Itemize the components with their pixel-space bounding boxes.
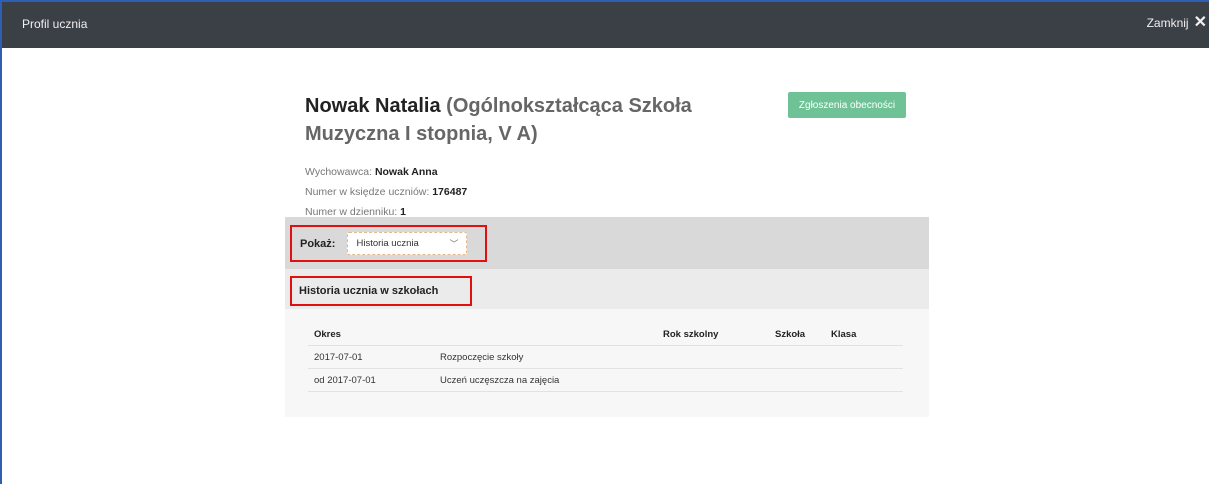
tutor-value: Nowak Anna xyxy=(374,166,438,178)
student-header: Nowak Natalia (Ogólnokształcąca Szkoła M… xyxy=(305,92,925,222)
section-title: Historia ucznia w szkołach xyxy=(290,276,472,306)
cell-description: Rozpoczęcie szkoły xyxy=(440,352,524,363)
table-header-row: Okres Rok szkolny Szkoła Klasa xyxy=(308,323,903,346)
view-select[interactable]: Historia ucznia ﹀ xyxy=(347,232,468,255)
cell-okres: 2017-07-01 xyxy=(314,352,363,363)
cell-okres: od 2017-07-01 xyxy=(314,375,376,386)
history-table: Okres Rok szkolny Szkoła Klasa 2017-07-0… xyxy=(308,323,903,392)
student-name: Nowak Natalia xyxy=(305,95,441,117)
book-number-value: 176487 xyxy=(432,186,468,198)
book-number-row: Numer w księdze uczniów: 176487 xyxy=(305,182,925,202)
student-name-heading: Nowak Natalia (Ogólnokształcąca Szkoła M… xyxy=(305,92,725,148)
view-select-value: Historia ucznia xyxy=(356,238,419,249)
student-meta: Wychowawca: Nowak Anna Numer w księdze u… xyxy=(305,162,925,222)
column-header-okres: Okres xyxy=(314,329,341,340)
tutor-row: Wychowawca: Nowak Anna xyxy=(305,162,925,182)
chevron-down-icon: ﹀ xyxy=(449,239,459,249)
filter-label: Pokaż: xyxy=(300,237,336,250)
close-label: Zamknij xyxy=(1146,16,1189,30)
book-number-label: Numer w księdze uczniów: xyxy=(305,186,430,198)
column-header-rok: Rok szkolny xyxy=(663,329,719,340)
window-title: Profil ucznia xyxy=(22,17,88,31)
filter-highlight: Pokaż: Historia ucznia ﹀ xyxy=(290,225,487,262)
top-bar: Profil ucznia Zamknij ✕ xyxy=(2,2,1209,48)
close-icon: ✕ xyxy=(1193,14,1207,31)
tutor-label: Wychowawca: xyxy=(305,166,373,178)
table-row: od 2017-07-01 Uczeń uczęszcza na zajęcia xyxy=(308,369,903,392)
section-bar: Historia ucznia w szkołach xyxy=(285,269,929,309)
filter-bar: Pokaż: Historia ucznia ﹀ xyxy=(285,217,929,269)
history-table-area: Okres Rok szkolny Szkoła Klasa 2017-07-0… xyxy=(285,309,929,417)
table-row: 2017-07-01 Rozpoczęcie szkoły xyxy=(308,346,903,369)
column-header-szkola: Szkoła xyxy=(775,329,806,340)
column-header-klasa: Klasa xyxy=(831,329,857,340)
cell-description: Uczeń uczęszcza na zajęcia xyxy=(440,375,560,386)
attendance-reports-button[interactable]: Zgłoszenia obecności xyxy=(788,92,906,118)
close-button[interactable]: Zamknij ✕ xyxy=(1146,14,1207,31)
